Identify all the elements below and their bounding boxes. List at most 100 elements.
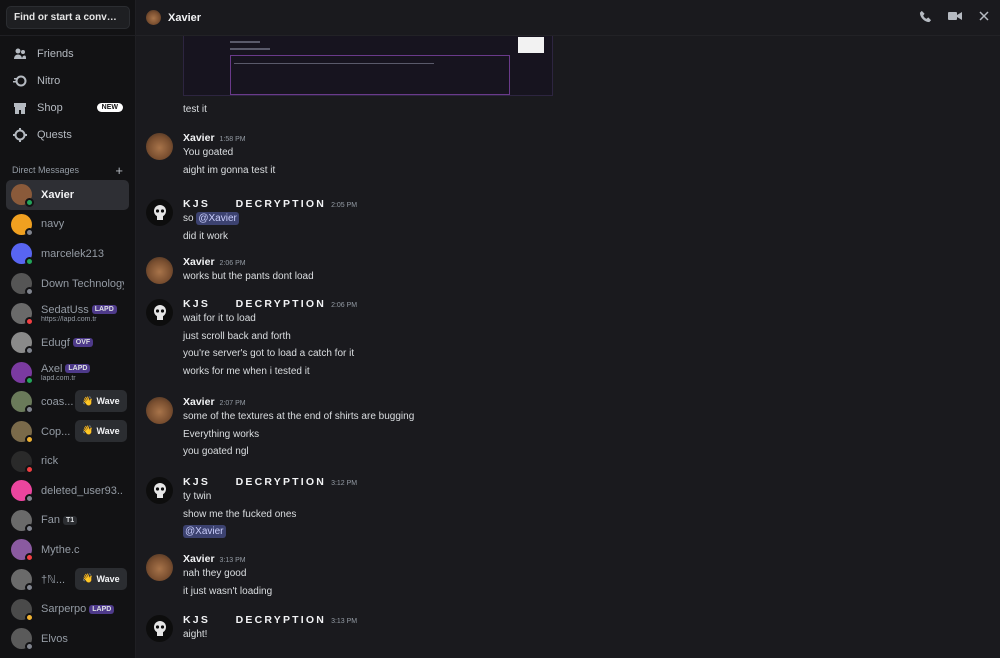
voice-call-icon[interactable] — [919, 10, 932, 26]
dm-name-label: deleted_user93... — [41, 484, 124, 497]
message-text: aight im gonna test it — [183, 164, 276, 176]
create-dm-plus-icon[interactable]: + — [115, 163, 123, 178]
dm-text: Fan T1 — [41, 514, 78, 526]
dm-item[interactable]: deleted_user93... — [6, 476, 129, 506]
dm-name: Down Technology — [41, 278, 124, 290]
chat-title: Xavier — [168, 11, 202, 24]
message-author[interactable]: KJS DECRYPTION — [183, 476, 326, 488]
dm-name: Sarperpo LAPD — [41, 603, 115, 616]
nav-quests[interactable]: Quests — [6, 121, 129, 148]
server-tag: OVF — [72, 338, 94, 348]
dm-item[interactable]: Edugf OVF — [6, 328, 129, 358]
video-call-icon[interactable] — [948, 10, 962, 25]
dm-item[interactable]: Down Technology — [6, 269, 129, 299]
message-author[interactable]: Xavier — [183, 132, 215, 144]
message-text: it just wasn't loading — [183, 585, 273, 597]
dm-item[interactable]: Axel LAPD lapd.com.tr — [6, 358, 129, 388]
dm-item[interactable]: Cop... 👋 Wave — [6, 417, 129, 447]
chat-header: Xavier — [136, 0, 1000, 36]
dm-item[interactable]: Sarperpo LAPD — [6, 594, 129, 624]
message-text: works for me when i tested it — [183, 365, 310, 377]
message-author[interactable]: Xavier — [183, 256, 215, 268]
avatar — [11, 421, 34, 445]
nav-nitro[interactable]: Nitro — [6, 67, 129, 94]
message-avatar[interactable] — [146, 477, 173, 504]
user-mention[interactable]: @Xavier — [183, 525, 226, 538]
message-text: Everything works — [183, 428, 260, 440]
dm-text: †ℕ... — [41, 573, 65, 586]
avatar — [11, 480, 34, 504]
message-avatar[interactable] — [146, 554, 173, 581]
nav-friends[interactable]: Friends — [6, 40, 129, 67]
server-tag: T1 — [62, 515, 78, 525]
dm-item[interactable]: navy — [6, 210, 129, 240]
dm-name: †ℕ... — [41, 573, 65, 586]
message-author[interactable]: KJS DECRYPTION — [183, 298, 326, 310]
dm-item[interactable]: Mythe.c — [6, 535, 129, 565]
avatar — [11, 450, 34, 474]
dm-item[interactable]: SedatUss LAPD https://lapd.com.tr — [6, 298, 129, 328]
dm-name-label: rick — [41, 455, 59, 468]
message-author[interactable]: KJS DECRYPTION — [183, 614, 326, 626]
message-author[interactable]: Xavier — [183, 396, 215, 408]
status-indicator — [25, 346, 34, 356]
image-attachment[interactable] — [183, 36, 553, 96]
pin-icon[interactable] — [978, 10, 990, 25]
find-conversation-button[interactable]: Find or start a conversation — [6, 6, 130, 29]
dm-item[interactable]: coas... 👋 Wave — [6, 387, 129, 417]
avatar — [11, 539, 34, 563]
nav-nitro-label: Nitro — [37, 74, 61, 87]
wave-button[interactable]: 👋 Wave — [75, 390, 127, 413]
dm-item[interactable]: Fan T1 — [6, 506, 129, 536]
message-header: KJS DECRYPTION 3:12 PM — [183, 476, 357, 488]
dm-name-label: Sarperpo — [41, 603, 87, 616]
dm-name-label: Cop... — [41, 425, 71, 438]
dm-text: rick — [41, 455, 58, 467]
dm-item[interactable]: Xavier — [6, 180, 129, 210]
dm-sidebar: Find or start a conversation Friends Nit… — [0, 0, 136, 658]
avatar — [11, 361, 34, 385]
message-avatar[interactable] — [146, 397, 173, 424]
status-indicator — [25, 553, 34, 563]
status-indicator — [25, 523, 34, 533]
message-author[interactable]: Xavier — [183, 553, 215, 565]
wave-button[interactable]: 👋 Wave — [75, 567, 127, 590]
dm-name-label: Edugf — [41, 336, 70, 349]
status-indicator — [25, 257, 34, 267]
message-avatar[interactable] — [146, 133, 173, 160]
user-mention[interactable]: @Xavier — [196, 212, 239, 225]
dm-text: Xavier — [41, 189, 74, 201]
dm-item[interactable]: rick — [6, 446, 129, 476]
dm-name: SedatUss LAPD — [41, 304, 117, 316]
dm-list: Xavier navy marcelek213 Down Technology Seda… — [0, 180, 135, 654]
message-avatar[interactable] — [146, 257, 173, 284]
dm-item[interactable]: †ℕ... 👋 Wave — [6, 565, 129, 595]
dm-name-label: navy — [41, 218, 65, 231]
message-avatar[interactable] — [146, 199, 173, 226]
message-avatar[interactable] — [146, 615, 173, 642]
message-timestamp: 2:07 PM — [219, 400, 246, 407]
avatar — [11, 569, 34, 593]
message-header: Xavier 3:13 PM — [183, 553, 246, 565]
status-indicator — [25, 612, 34, 622]
message-text: You goated — [183, 147, 234, 158]
nav-shop[interactable]: Shop NEW — [6, 94, 129, 121]
dm-item[interactable]: Elvos — [6, 624, 129, 654]
dm-name-label: Down Technology — [41, 277, 124, 290]
message-timestamp: 1:58 PM — [219, 136, 246, 143]
dm-text: coas... — [41, 396, 73, 408]
direct-messages-label: Direct Messages — [12, 165, 80, 175]
wave-button[interactable]: 👋 Wave — [75, 419, 127, 442]
message-author[interactable]: KJS DECRYPTION — [183, 198, 326, 210]
message-list: test it Xavier 1:58 PM You goated aight im … — [136, 36, 1000, 658]
message-header: KJS DECRYPTION 2:05 PM — [183, 198, 357, 210]
server-tag: LAPD — [91, 305, 117, 315]
dm-name-label: Axel — [41, 362, 63, 375]
dm-item[interactable]: marcelek213 — [6, 239, 129, 269]
avatar — [11, 509, 34, 533]
chat-main: Xavier test it Xavier 1:58 PM You goated… — [136, 0, 1000, 658]
message-avatar[interactable] — [146, 299, 173, 326]
message-header: Xavier 1:58 PM — [183, 132, 246, 144]
message-text: so @Xavier — [183, 212, 239, 225]
message-text: you're server's got to load a catch for … — [183, 348, 355, 359]
